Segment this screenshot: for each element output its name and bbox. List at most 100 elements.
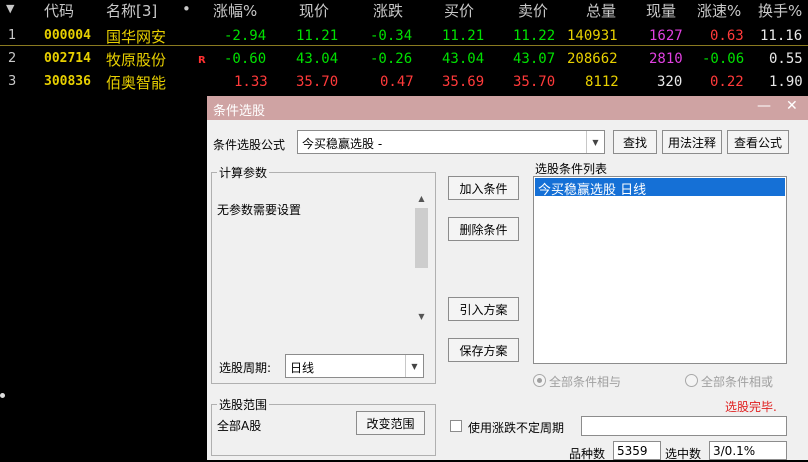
ask: 43.07 bbox=[513, 51, 556, 67]
view-formula-button[interactable]: 查看公式 bbox=[727, 130, 789, 154]
stock-code: 002714 bbox=[44, 51, 91, 66]
speed: -0.06 bbox=[702, 51, 745, 67]
header-code[interactable]: 代码 bbox=[44, 0, 74, 21]
add-condition-button[interactable]: 加入条件 bbox=[448, 176, 519, 200]
ask: 35.70 bbox=[513, 74, 556, 90]
turnover: 1.90 bbox=[769, 74, 803, 90]
scroll-down-icon[interactable]: ▼ bbox=[413, 308, 430, 324]
header-speed[interactable]: 涨速% bbox=[697, 0, 741, 21]
find-button[interactable]: 查找 bbox=[613, 130, 657, 154]
change: -0.26 bbox=[370, 51, 413, 67]
table-row[interactable]: 2 002714 牧原股份 R -0.60 43.04 -0.26 43.04 … bbox=[0, 49, 808, 71]
radio-or-label: 全部条件相或 bbox=[701, 375, 774, 389]
change-pct: -2.94 bbox=[224, 28, 267, 44]
header-turnover[interactable]: 换手% bbox=[758, 0, 802, 21]
last-vol: 2810 bbox=[649, 51, 683, 67]
quote-table-header: ▼ 代码 名称[3] • 涨幅% 现价 涨跌 买价 卖价 总量 现量 涨速% 换… bbox=[0, 0, 808, 26]
delete-condition-button[interactable]: 删除条件 bbox=[448, 217, 519, 241]
import-scheme-button[interactable]: 引入方案 bbox=[448, 297, 519, 321]
radio-or-circle[interactable] bbox=[685, 374, 698, 387]
status-text: 选股完毕. bbox=[725, 400, 777, 414]
count-field: 5359 bbox=[613, 441, 661, 460]
change: -0.34 bbox=[370, 28, 413, 44]
header-change[interactable]: 涨跌 bbox=[373, 0, 403, 21]
scroll-thumb[interactable] bbox=[415, 208, 428, 268]
close-icon[interactable]: ✕ bbox=[786, 98, 798, 114]
stock-name: 佰奥智能 bbox=[106, 74, 167, 92]
params-group-title: 计算参数 bbox=[217, 164, 270, 181]
volume: 8112 bbox=[585, 74, 619, 90]
header-name[interactable]: 名称[3] bbox=[106, 0, 157, 21]
formula-combo[interactable]: 今买稳赢选股 - ▼ bbox=[297, 130, 605, 154]
header-ask[interactable]: 卖价 bbox=[518, 0, 548, 21]
selected-value: 3/0.1% bbox=[713, 444, 756, 458]
scroll-up-icon[interactable]: ▲ bbox=[413, 190, 430, 206]
table-row[interactable]: 3 300836 佰奥智能 1.33 35.70 0.47 35.69 35.7… bbox=[0, 72, 808, 94]
minimize-icon[interactable]: — bbox=[757, 98, 771, 114]
volume: 140931 bbox=[567, 28, 618, 44]
triangle-down-icon[interactable]: ▼ bbox=[6, 2, 14, 15]
selected-field: 3/0.1% bbox=[709, 441, 787, 460]
selected-label: 选中数 bbox=[665, 447, 702, 461]
dialog-title: 条件选股 bbox=[213, 104, 266, 119]
header-last-vol[interactable]: 现量 bbox=[646, 0, 676, 21]
radio-and[interactable]: 全部条件相与 bbox=[533, 373, 621, 390]
chevron-down-icon[interactable]: ▼ bbox=[405, 355, 423, 377]
header-price[interactable]: 现价 bbox=[299, 0, 329, 21]
ask: 11.22 bbox=[513, 28, 556, 44]
chevron-down-icon[interactable]: ▼ bbox=[586, 131, 604, 153]
bid: 35.69 bbox=[442, 74, 485, 90]
conditions-list[interactable]: 今买稳赢选股 日线 bbox=[533, 176, 787, 364]
change-pct: -0.60 bbox=[224, 51, 267, 67]
radio-or[interactable]: 全部条件相或 bbox=[685, 373, 773, 390]
row-index: 3 bbox=[8, 74, 17, 89]
last-vol: 1627 bbox=[649, 28, 683, 44]
stock-code: 000004 bbox=[44, 28, 91, 43]
period-select[interactable]: 日线 ▼ bbox=[285, 354, 424, 378]
speed: 0.63 bbox=[710, 28, 744, 44]
count-value: 5359 bbox=[617, 444, 648, 458]
params-text: 无参数需要设置 bbox=[217, 203, 302, 217]
margin-flag-badge: R bbox=[198, 55, 206, 66]
dialog-titlebar[interactable]: 条件选股 — ✕ bbox=[207, 96, 808, 120]
stock-code: 300836 bbox=[44, 74, 91, 89]
params-scrollbar[interactable]: ▲ ▼ bbox=[413, 190, 430, 324]
last-vol: 320 bbox=[657, 74, 683, 90]
condition-item-label: 今买稳赢选股 日线 bbox=[538, 183, 647, 198]
uncertain-period-checkbox[interactable] bbox=[450, 420, 462, 432]
header-bid[interactable]: 买价 bbox=[444, 0, 474, 21]
usage-notes-button[interactable]: 用法注释 bbox=[662, 130, 722, 154]
header-volume[interactable]: 总量 bbox=[586, 0, 616, 21]
row-index: 2 bbox=[8, 51, 17, 66]
bid: 11.21 bbox=[442, 28, 485, 44]
bid: 43.04 bbox=[442, 51, 485, 67]
period-value: 日线 bbox=[290, 361, 315, 375]
change: 0.47 bbox=[380, 74, 414, 90]
period-input[interactable] bbox=[581, 416, 787, 436]
price: 35.70 bbox=[296, 74, 339, 90]
period-label: 选股周期: bbox=[219, 361, 272, 375]
header-change-pct[interactable]: 涨幅% bbox=[213, 0, 257, 21]
turnover: 0.55 bbox=[769, 51, 803, 67]
radio-and-label: 全部条件相与 bbox=[549, 375, 622, 389]
formula-label: 条件选股公式 bbox=[213, 138, 286, 152]
count-label: 品种数 bbox=[569, 447, 606, 461]
price: 43.04 bbox=[296, 51, 339, 67]
list-item[interactable]: 今买稳赢选股 日线 bbox=[535, 178, 785, 198]
stock-name: 牧原股份 bbox=[106, 51, 167, 69]
save-scheme-button[interactable]: 保存方案 bbox=[448, 338, 519, 362]
conditions-label: 选股条件列表 bbox=[535, 162, 608, 176]
range-value: 全部A股 bbox=[217, 419, 262, 433]
row-index: 1 bbox=[8, 28, 17, 43]
radio-and-circle[interactable] bbox=[533, 374, 546, 387]
price: 11.21 bbox=[296, 28, 339, 44]
edge-dot bbox=[0, 393, 5, 398]
condition-select-dialog: 条件选股 — ✕ 条件选股公式 今买稳赢选股 - ▼ 查找 用法注释 查看公式 … bbox=[207, 96, 808, 461]
turnover: 11.16 bbox=[760, 28, 803, 44]
formula-value: 今买稳赢选股 - bbox=[302, 137, 383, 151]
change-pct: 1.33 bbox=[234, 74, 268, 90]
header-dot: • bbox=[182, 0, 191, 18]
row-separator bbox=[0, 45, 808, 46]
stock-name: 国华网安 bbox=[106, 28, 167, 46]
change-range-button[interactable]: 改变范围 bbox=[356, 411, 425, 435]
